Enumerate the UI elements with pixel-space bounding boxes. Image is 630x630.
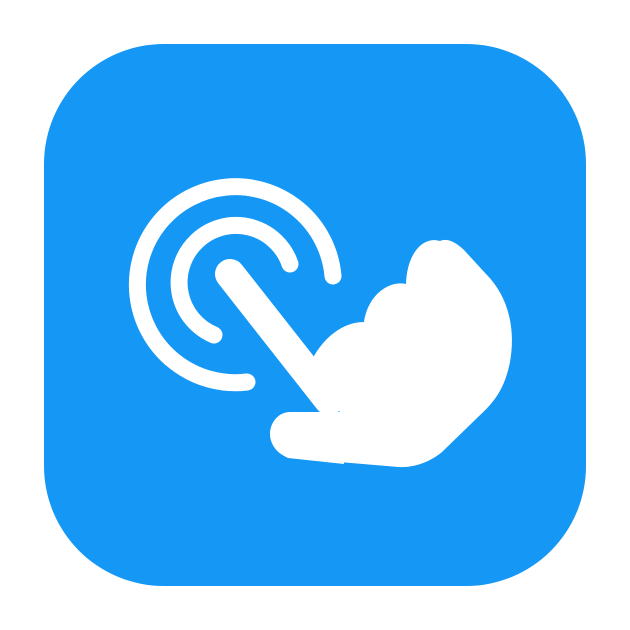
app-icon[interactable]: [44, 44, 586, 586]
tap-gesture-icon: [44, 44, 586, 586]
icon-canvas: [0, 0, 630, 630]
